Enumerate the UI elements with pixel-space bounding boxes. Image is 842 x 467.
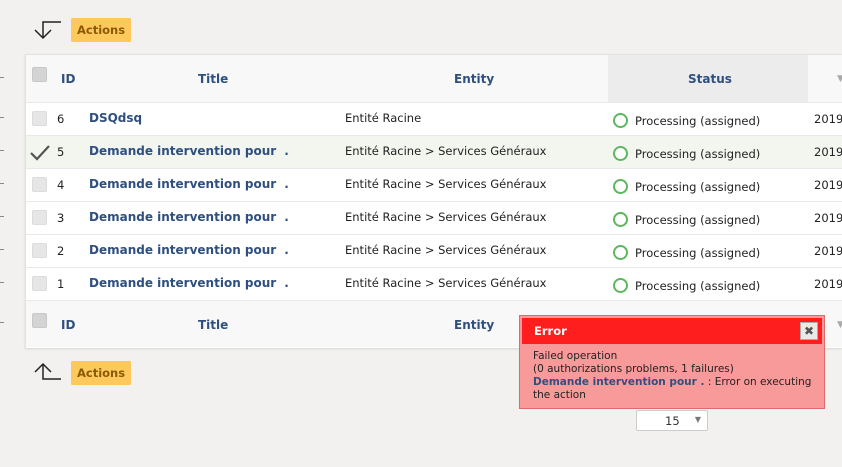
column-footer-id[interactable]: ID bbox=[61, 318, 75, 332]
page-size-value: 15 bbox=[665, 414, 680, 428]
table-row[interactable]: 4 Demande intervention pour. Entité Raci… bbox=[26, 168, 842, 201]
status-circle-icon bbox=[613, 179, 628, 194]
table-header: ID Title Entity Status ▼ bbox=[26, 55, 842, 102]
row-checkbox[interactable] bbox=[32, 111, 47, 126]
row-id: 1 bbox=[57, 277, 65, 291]
row-title-suffix[interactable]: . bbox=[284, 276, 289, 290]
row-checkbox[interactable] bbox=[32, 276, 47, 291]
select-all-checkbox[interactable] bbox=[32, 67, 47, 82]
row-date: 2019 bbox=[814, 145, 842, 159]
ticket-table: ID Title Entity Status ▼ 6 DSQdsq Entité… bbox=[25, 54, 842, 348]
row-checkbox[interactable] bbox=[32, 177, 47, 192]
row-title-suffix[interactable]: . bbox=[284, 144, 289, 158]
checkmark-icon[interactable] bbox=[29, 144, 51, 162]
row-entity: Entité Racine > Services Généraux bbox=[345, 210, 547, 224]
row-title-link[interactable]: Demande intervention pour. bbox=[89, 243, 289, 257]
row-entity: Entité Racine > Services Généraux bbox=[345, 177, 547, 191]
column-footer-title[interactable]: Title bbox=[198, 318, 228, 332]
column-header-entity[interactable]: Entity bbox=[454, 72, 494, 86]
row-entity: Entité Racine bbox=[345, 111, 422, 125]
error-toast-body: Failed operation (0 authorizations probl… bbox=[533, 350, 814, 402]
table-row[interactable]: 6 DSQdsq Entité Racine Processing (assig… bbox=[26, 102, 842, 135]
column-header-status[interactable]: Status bbox=[688, 72, 732, 86]
chevron-down-icon: ▼ bbox=[694, 415, 701, 424]
table-row[interactable]: 1 Demande intervention pour. Entité Raci… bbox=[26, 267, 842, 300]
left-edge-mark bbox=[0, 150, 4, 151]
row-title-suffix[interactable]: . bbox=[284, 210, 289, 224]
error-toast: Error ✖ Failed operation (0 authorizatio… bbox=[519, 315, 825, 409]
error-toast-header: Error ✖ bbox=[522, 318, 822, 344]
row-status: Processing (assigned) bbox=[635, 180, 761, 194]
status-circle-icon bbox=[613, 245, 628, 260]
left-edge-mark bbox=[0, 249, 4, 250]
row-title-text[interactable]: Demande intervention pour bbox=[89, 177, 276, 191]
error-item-link[interactable]: Demande intervention pour . bbox=[533, 376, 704, 388]
column-header-id[interactable]: ID bbox=[61, 72, 75, 86]
row-id: 3 bbox=[57, 211, 65, 225]
row-date: 2019 bbox=[814, 178, 842, 192]
row-id: 4 bbox=[57, 178, 65, 192]
row-status: Processing (assigned) bbox=[635, 246, 761, 260]
row-entity: Entité Racine > Services Généraux bbox=[345, 243, 547, 257]
left-edge-mark bbox=[0, 117, 4, 118]
status-circle-icon bbox=[613, 146, 628, 161]
page-size-select[interactable]: 15 ▼ bbox=[636, 410, 708, 431]
status-circle-icon bbox=[613, 113, 628, 128]
row-title-text[interactable]: Demande intervention pour bbox=[89, 243, 276, 257]
row-date: 2019 bbox=[814, 244, 842, 258]
row-entity: Entité Racine > Services Généraux bbox=[345, 276, 547, 290]
left-edge-mark bbox=[0, 322, 4, 323]
row-checkbox[interactable] bbox=[32, 243, 47, 258]
row-title-text[interactable]: Demande intervention pour bbox=[89, 144, 276, 158]
row-title-text[interactable]: Demande intervention pour bbox=[89, 276, 276, 290]
error-toast-title: Error bbox=[534, 324, 567, 338]
arrow-up-left-icon bbox=[34, 362, 61, 380]
row-title-link[interactable]: Demande intervention pour. bbox=[89, 144, 289, 158]
column-header-title[interactable]: Title bbox=[198, 72, 228, 86]
left-edge-mark bbox=[0, 183, 4, 184]
row-title-link[interactable]: Demande intervention pour. bbox=[89, 177, 289, 191]
actions-button-bottom[interactable]: Actions bbox=[71, 361, 132, 385]
row-date: 2019 bbox=[814, 277, 842, 291]
arrow-down-left-icon bbox=[34, 21, 61, 40]
row-id: 6 bbox=[57, 112, 65, 126]
row-title-suffix[interactable]: . bbox=[284, 177, 289, 191]
row-id: 5 bbox=[57, 145, 65, 159]
table-row[interactable]: 2 Demande intervention pour. Entité Raci… bbox=[26, 234, 842, 267]
table-row[interactable]: 3 Demande intervention pour. Entité Raci… bbox=[26, 201, 842, 234]
left-edge-mark bbox=[0, 216, 4, 217]
select-all-checkbox-bottom[interactable] bbox=[32, 313, 47, 328]
row-date: 2019 bbox=[814, 112, 842, 126]
table-row[interactable]: 5 Demande intervention pour. Entité Raci… bbox=[26, 135, 842, 168]
row-title-text[interactable]: DSQdsq bbox=[89, 111, 142, 125]
error-line-1: Failed operation bbox=[533, 350, 618, 362]
error-line-3: Demande intervention pour . : Error on e… bbox=[533, 376, 814, 402]
actions-button-top[interactable]: Actions bbox=[71, 18, 132, 42]
row-entity: Entité Racine > Services Généraux bbox=[345, 144, 547, 158]
left-edge-mark bbox=[0, 77, 4, 78]
status-circle-icon bbox=[613, 278, 628, 293]
row-title-suffix[interactable]: . bbox=[284, 243, 289, 257]
row-id: 2 bbox=[57, 244, 65, 258]
close-button[interactable]: ✖ bbox=[800, 322, 818, 340]
row-status: Processing (assigned) bbox=[635, 114, 761, 128]
row-date: 2019 bbox=[814, 211, 842, 225]
sort-down-icon[interactable]: ▼ bbox=[837, 320, 842, 330]
row-title-link[interactable]: Demande intervention pour. bbox=[89, 210, 289, 224]
row-status: Processing (assigned) bbox=[635, 279, 761, 293]
row-title-link[interactable]: Demande intervention pour. bbox=[89, 276, 289, 290]
error-line-2: (0 authorizations problems, 1 failures) bbox=[533, 363, 734, 375]
row-title-text[interactable]: Demande intervention pour bbox=[89, 210, 276, 224]
row-status: Processing (assigned) bbox=[635, 213, 761, 227]
status-circle-icon bbox=[613, 212, 628, 227]
row-status: Processing (assigned) bbox=[635, 147, 761, 161]
row-checkbox[interactable] bbox=[32, 210, 47, 225]
row-title-link[interactable]: DSQdsq bbox=[89, 111, 142, 125]
left-edge-mark bbox=[0, 282, 4, 283]
sort-down-icon[interactable]: ▼ bbox=[837, 74, 842, 84]
column-footer-entity[interactable]: Entity bbox=[454, 318, 494, 332]
close-icon[interactable]: ✖ bbox=[804, 324, 814, 338]
